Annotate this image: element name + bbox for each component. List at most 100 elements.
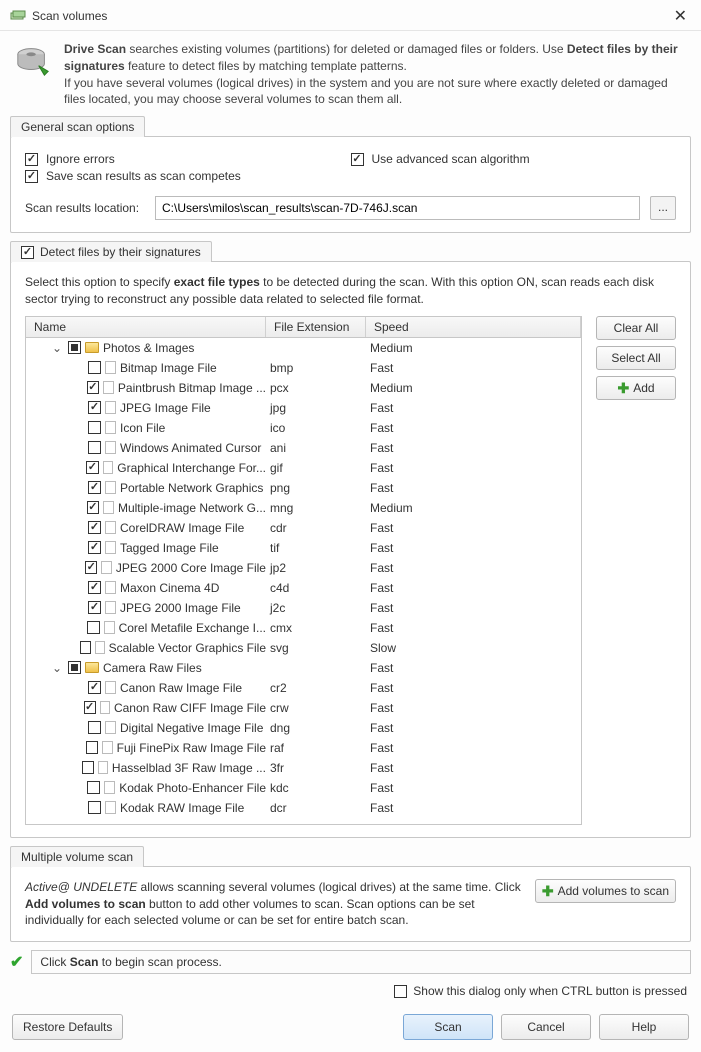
item-checkbox[interactable] [80,641,91,654]
tree-item[interactable]: Paintbrush Bitmap Image ...pcxMedium [26,378,581,398]
add-signature-button[interactable]: ✚Add [596,376,676,400]
item-checkbox[interactable] [86,741,98,754]
item-speed: Fast [366,701,581,715]
tree-item[interactable]: Corel Metafile Exchange I...cmxFast [26,618,581,638]
item-ext: tif [266,541,366,555]
tree-item[interactable]: CorelDRAW Image FilecdrFast [26,518,581,538]
tree-item[interactable]: Multiple-image Network G...mngMedium [26,498,581,518]
tree-body[interactable]: ⌄Photos & ImagesMediumBitmap Image Fileb… [26,338,581,824]
item-speed: Fast [366,361,581,375]
multiple-volume-panel: Active@ UNDELETE allows scanning several… [10,866,691,942]
item-checkbox[interactable] [88,721,101,734]
item-label: Graphical Interchange For... [117,461,266,475]
item-checkbox[interactable] [88,541,101,554]
add-volumes-button[interactable]: ✚Add volumes to scan [535,879,676,903]
location-input[interactable] [155,196,640,220]
signatures-panel: Select this option to specify exact file… [10,261,691,838]
file-icon [103,461,114,474]
header-description: Drive Scan searches existing volumes (pa… [0,31,701,116]
group-speed: Fast [366,661,581,675]
tree-item[interactable]: Windows Animated CursoraniFast [26,438,581,458]
col-name[interactable]: Name [26,317,266,337]
chevron-down-icon[interactable]: ⌄ [50,341,64,355]
item-checkbox[interactable] [88,441,101,454]
item-checkbox[interactable] [88,521,101,534]
tree-item[interactable]: Kodak RAW Image FiledcrFast [26,798,581,818]
tree-item[interactable]: Canon Raw CIFF Image FilecrwFast [26,698,581,718]
signatures-enable-checkbox[interactable] [21,246,34,259]
item-ext: cdr [266,521,366,535]
tree-item[interactable]: Scalable Vector Graphics FilesvgSlow [26,638,581,658]
item-speed: Fast [366,481,581,495]
item-checkbox[interactable] [87,781,100,794]
item-checkbox[interactable] [84,701,96,714]
file-icon [103,381,114,394]
item-checkbox[interactable] [87,501,100,514]
tree-item[interactable]: Kodak Photo-Enhancer FilekdcFast [26,778,581,798]
group-checkbox[interactable] [68,341,81,354]
item-speed: Slow [366,641,581,655]
item-speed: Fast [366,681,581,695]
plus-icon: ✚ [542,884,554,898]
item-label: Canon Raw CIFF Image File [114,701,266,715]
ignore-errors-checkbox[interactable] [25,153,38,166]
ctrl-dialog-checkbox[interactable] [394,985,407,998]
plus-icon: ✚ [617,381,629,395]
item-checkbox[interactable] [88,401,101,414]
tree-group[interactable]: ⌄Photos & ImagesMedium [26,338,581,358]
browse-button[interactable]: ... [650,196,676,220]
chevron-down-icon[interactable]: ⌄ [50,661,64,675]
item-checkbox[interactable] [88,481,101,494]
item-checkbox[interactable] [87,621,100,634]
col-speed[interactable]: Speed [366,317,581,337]
group-checkbox[interactable] [68,661,81,674]
file-icon [105,481,116,494]
cancel-button[interactable]: Cancel [501,1014,591,1040]
save-results-checkbox[interactable] [25,170,38,183]
file-icon [105,421,116,434]
item-checkbox[interactable] [88,601,101,614]
save-results-label: Save scan results as scan competes [46,169,241,183]
item-checkbox[interactable] [88,581,101,594]
item-checkbox[interactable] [88,421,101,434]
tree-item[interactable]: Canon Raw Image Filecr2Fast [26,678,581,698]
tree-item[interactable]: Icon FileicoFast [26,418,581,438]
close-icon[interactable]: ✕ [670,6,691,26]
tree-item[interactable]: Digital Negative Image FiledngFast [26,718,581,738]
item-label: Corel Metafile Exchange I... [119,621,266,635]
item-checkbox[interactable] [88,801,101,814]
tree-group[interactable]: ⌄Camera Raw FilesFast [26,658,581,678]
advanced-algo-checkbox[interactable] [351,153,364,166]
item-checkbox[interactable] [87,381,100,394]
tree-item[interactable]: JPEG 2000 Core Image Filejp2Fast [26,558,581,578]
item-checkbox[interactable] [86,461,99,474]
tree-item[interactable]: Portable Network GraphicspngFast [26,478,581,498]
tree-item[interactable]: Bitmap Image FilebmpFast [26,358,581,378]
col-ext[interactable]: File Extension [266,317,366,337]
item-label: Maxon Cinema 4D [120,581,219,595]
item-label: JPEG 2000 Image File [120,601,241,615]
title-bar: Scan volumes ✕ [0,0,701,31]
tree-item[interactable]: JPEG 2000 Image Filej2cFast [26,598,581,618]
help-button[interactable]: Help [599,1014,689,1040]
tree-item[interactable]: Graphical Interchange For...gifFast [26,458,581,478]
scan-button[interactable]: Scan [403,1014,493,1040]
item-speed: Fast [366,461,581,475]
item-speed: Fast [366,441,581,455]
item-checkbox[interactable] [85,561,97,574]
tree-item[interactable]: Maxon Cinema 4Dc4dFast [26,578,581,598]
item-checkbox[interactable] [88,681,101,694]
item-label: Tagged Image File [120,541,219,555]
clear-all-button[interactable]: Clear All [596,316,676,340]
select-all-button[interactable]: Select All [596,346,676,370]
folder-icon [85,662,99,673]
restore-defaults-button[interactable]: Restore Defaults [12,1014,123,1040]
tree-item[interactable]: Hasselblad 3F Raw Image ...3frFast [26,758,581,778]
file-icon [105,541,116,554]
tree-item[interactable]: Tagged Image FiletifFast [26,538,581,558]
tree-item[interactable]: JPEG Image FilejpgFast [26,398,581,418]
item-label: Windows Animated Cursor [120,441,261,455]
tree-item[interactable]: Fuji FinePix Raw Image FilerafFast [26,738,581,758]
item-checkbox[interactable] [82,761,94,774]
item-checkbox[interactable] [88,361,101,374]
